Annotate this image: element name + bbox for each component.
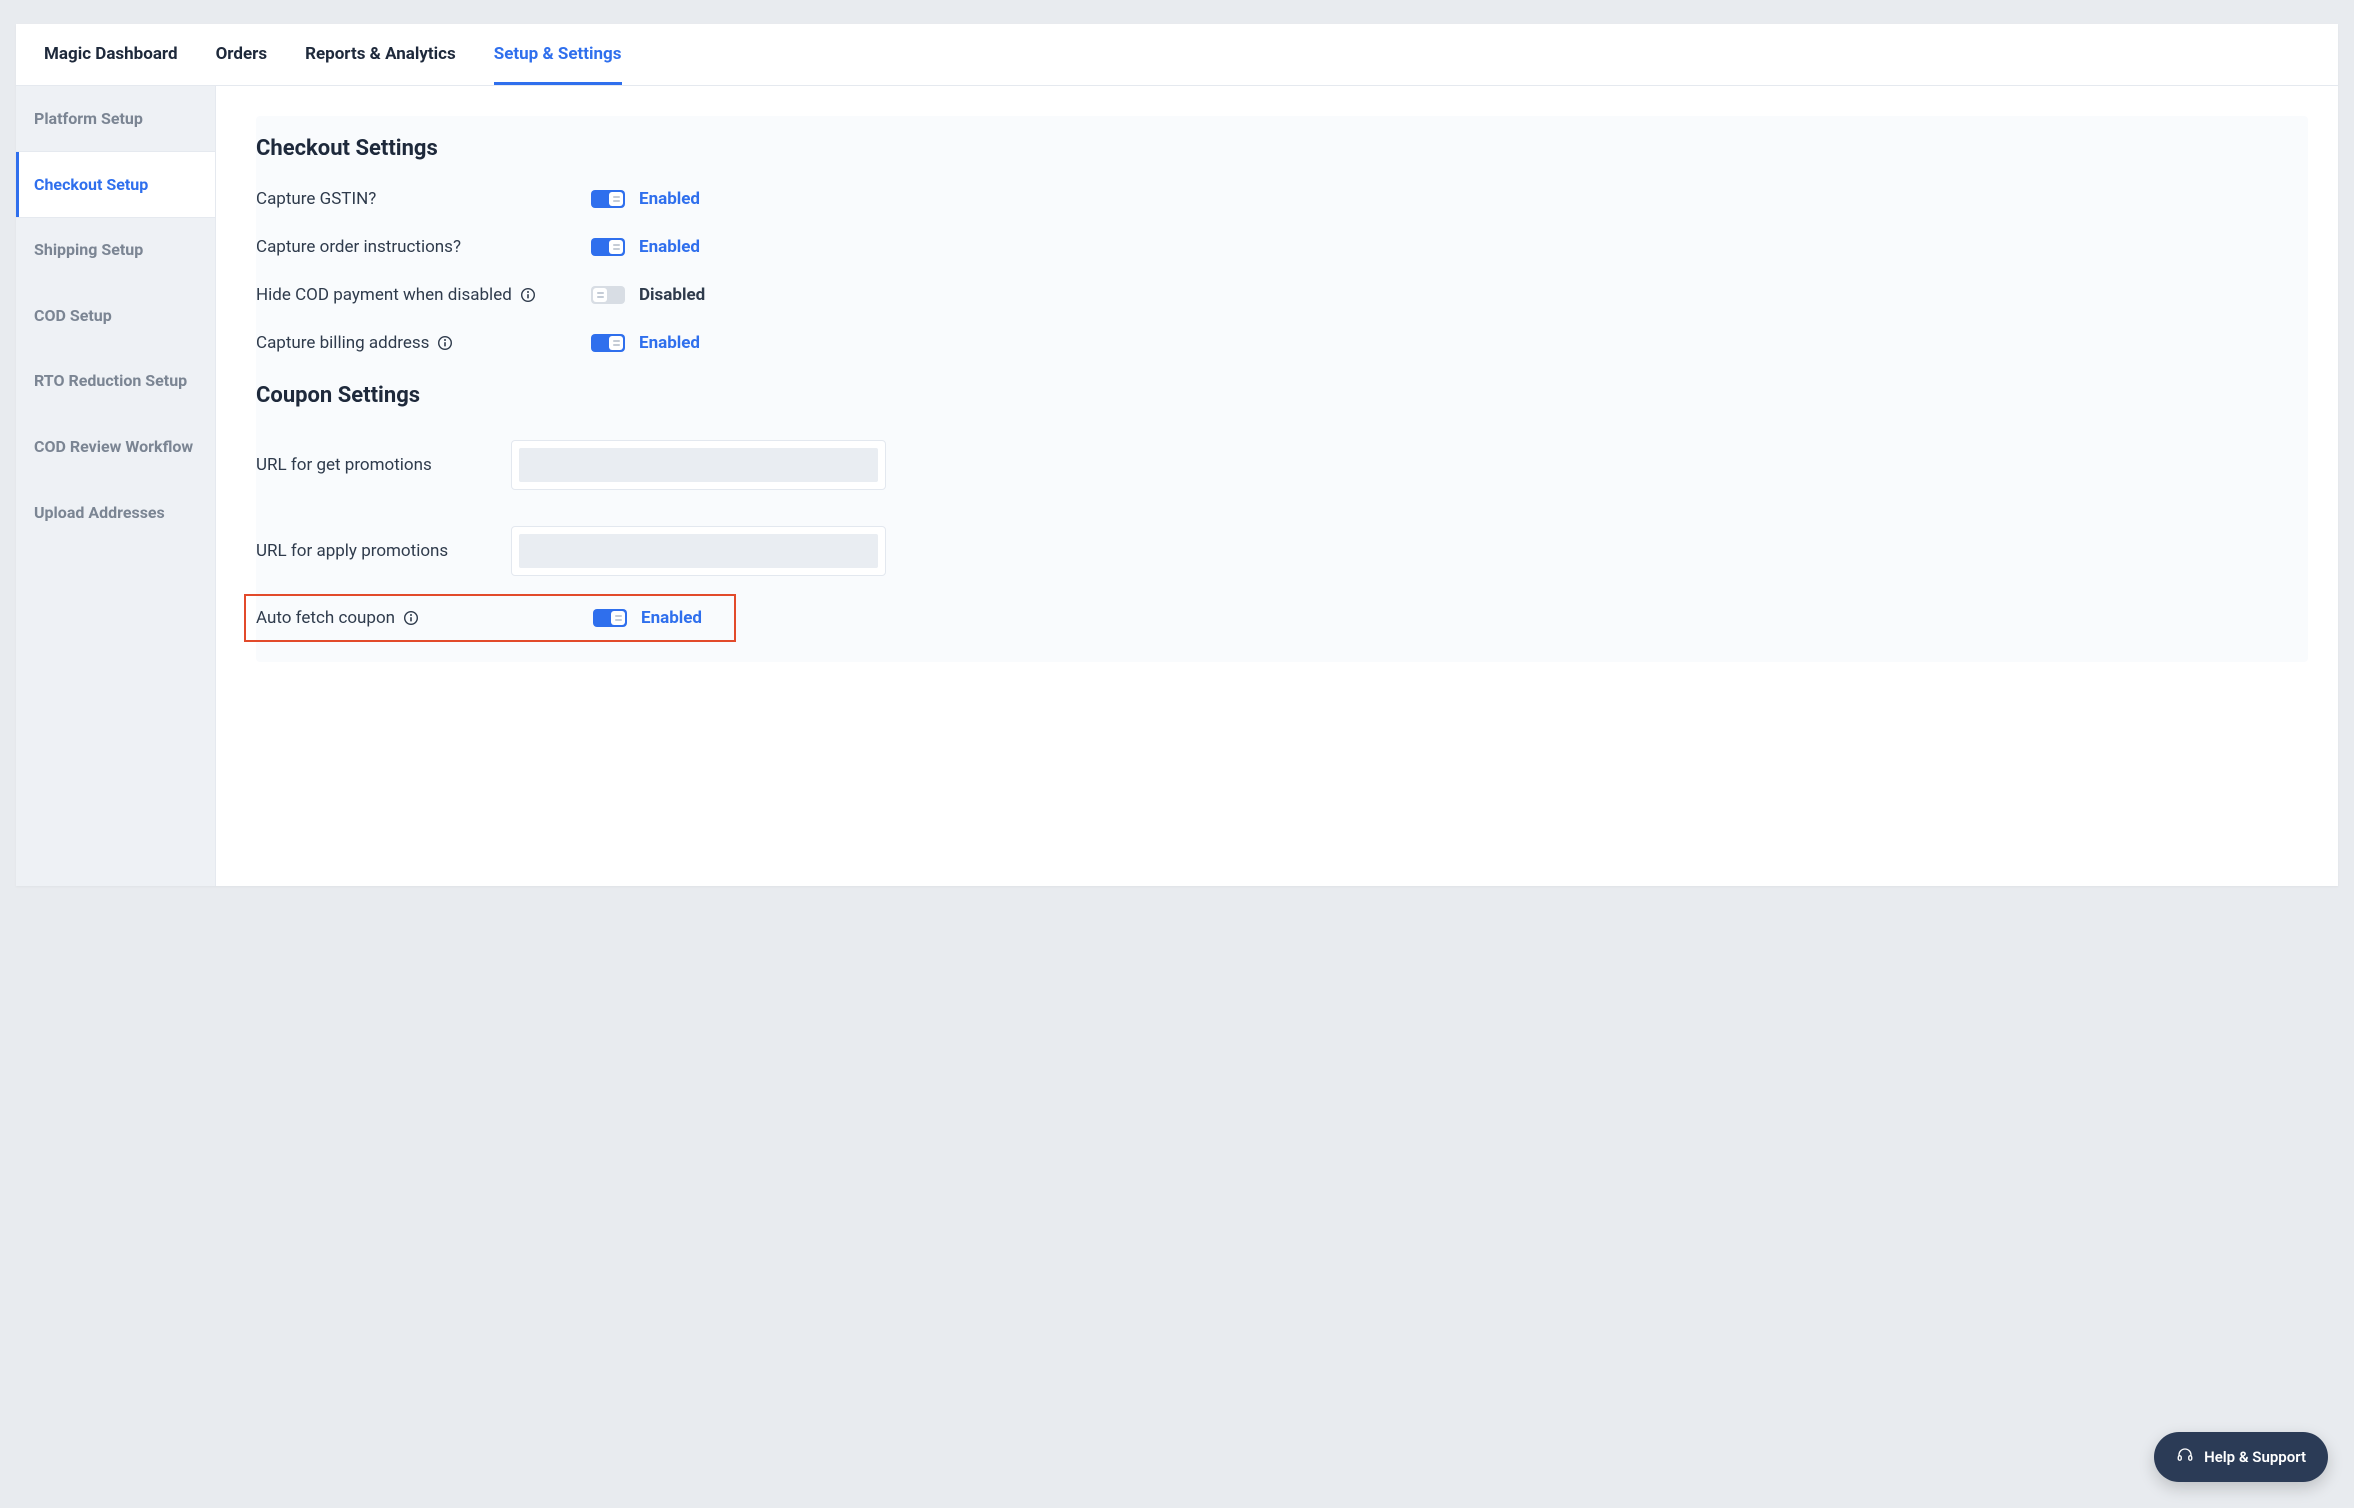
setting-label-text: Capture billing address <box>256 333 429 353</box>
headset-icon <box>2176 1446 2194 1468</box>
status-text: Enabled <box>639 333 700 353</box>
tab-magic-dashboard[interactable]: Magic Dashboard <box>44 24 178 85</box>
toggle-capture-gstin[interactable] <box>591 190 625 208</box>
tab-orders[interactable]: Orders <box>216 24 268 85</box>
content-area: Checkout Settings Capture GSTIN? Enabled <box>216 86 2338 886</box>
status-text: Enabled <box>639 237 700 257</box>
help-support-label: Help & Support <box>2204 1448 2306 1466</box>
setting-label-text: Capture order instructions? <box>256 237 461 257</box>
sidebar-item-shipping-setup[interactable]: Shipping Setup <box>16 217 215 283</box>
input-url-apply-promotions[interactable] <box>519 534 878 568</box>
info-icon[interactable] <box>520 287 536 303</box>
help-support-button[interactable]: Help & Support <box>2154 1432 2328 1482</box>
sidebar-item-checkout-setup[interactable]: Checkout Setup <box>16 152 215 218</box>
setting-capture-order-instructions: Capture order instructions? Enabled <box>256 223 2308 271</box>
sidebar: Platform Setup Checkout Setup Shipping S… <box>16 86 216 886</box>
status-text: Enabled <box>641 608 702 628</box>
setting-auto-fetch-coupon: Auto fetch coupon Enabled <box>256 602 724 634</box>
setting-capture-gstin: Capture GSTIN? Enabled <box>256 175 2308 223</box>
setting-capture-billing-address: Capture billing address Enabled <box>256 319 2308 367</box>
input-url-get-promotions[interactable] <box>519 448 878 482</box>
sidebar-item-cod-setup[interactable]: COD Setup <box>16 283 215 349</box>
top-nav: Magic Dashboard Orders Reports & Analyti… <box>16 24 2338 86</box>
status-text: Disabled <box>639 285 705 305</box>
url-label: URL for get promotions <box>256 455 511 475</box>
setting-label: Capture order instructions? <box>256 237 591 257</box>
toggle-hide-cod-payment[interactable] <box>591 286 625 304</box>
status-text: Enabled <box>639 189 700 209</box>
setting-label: Auto fetch coupon <box>256 608 593 628</box>
setting-hide-cod-payment: Hide COD payment when disabled Disabled <box>256 271 2308 319</box>
setting-label: Capture billing address <box>256 333 591 353</box>
coupon-settings-title: Coupon Settings <box>256 371 2308 422</box>
tab-reports-analytics[interactable]: Reports & Analytics <box>305 24 456 85</box>
setting-label-text: Auto fetch coupon <box>256 608 395 628</box>
setting-url-apply-promotions: URL for apply promotions <box>256 508 2308 594</box>
url-label: URL for apply promotions <box>256 541 511 561</box>
sidebar-item-upload-addresses[interactable]: Upload Addresses <box>16 480 215 546</box>
toggle-auto-fetch-coupon[interactable] <box>593 609 627 627</box>
setting-label-text: Capture GSTIN? <box>256 189 376 209</box>
setting-url-get-promotions: URL for get promotions <box>256 422 2308 508</box>
toggle-capture-billing-address[interactable] <box>591 334 625 352</box>
sidebar-item-platform-setup[interactable]: Platform Setup <box>16 86 215 152</box>
info-icon[interactable] <box>403 610 419 626</box>
toggle-capture-order-instructions[interactable] <box>591 238 625 256</box>
tab-setup-settings[interactable]: Setup & Settings <box>494 24 622 85</box>
sidebar-item-rto-reduction-setup[interactable]: RTO Reduction Setup <box>16 348 215 414</box>
checkout-settings-title: Checkout Settings <box>256 116 2308 175</box>
setting-label: Hide COD payment when disabled <box>256 285 591 305</box>
setting-label: Capture GSTIN? <box>256 189 591 209</box>
setting-label-text: Hide COD payment when disabled <box>256 285 512 305</box>
info-icon[interactable] <box>437 335 453 351</box>
highlight-auto-fetch-coupon: Auto fetch coupon Enabled <box>244 594 736 642</box>
sidebar-item-cod-review-workflow[interactable]: COD Review Workflow <box>16 414 215 480</box>
